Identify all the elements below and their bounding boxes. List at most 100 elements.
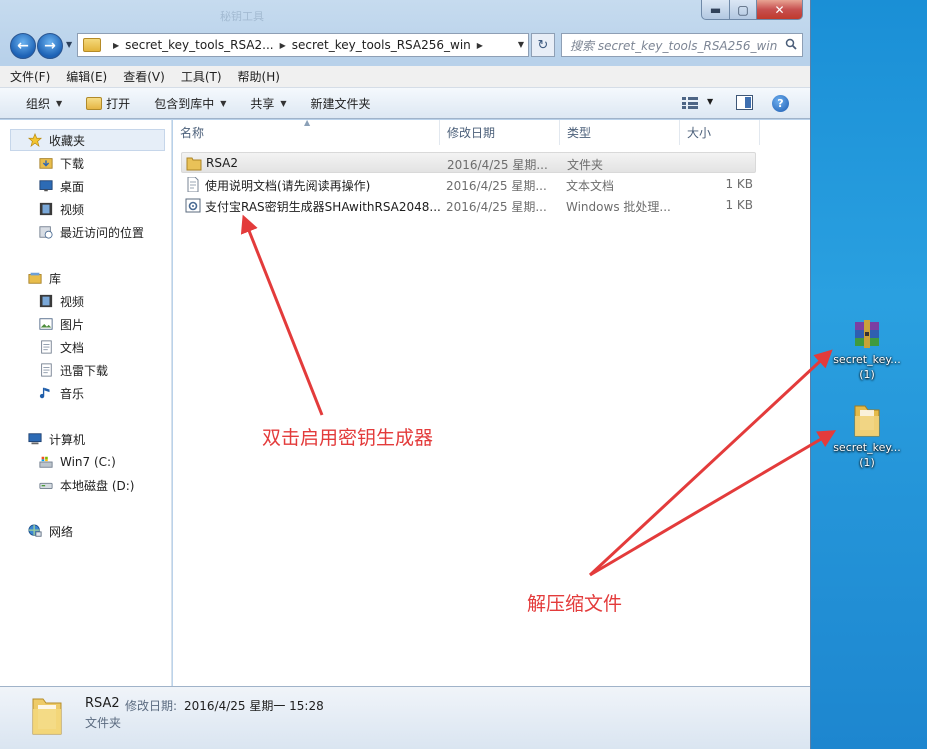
file-row-generator[interactable]: 支付宝RAS密钥生成器SHAwithRSA2048... 2016/4/25 星… xyxy=(181,195,756,216)
column-size-label: 大小 xyxy=(687,126,712,140)
recent-pages-chevron-icon[interactable]: ▼ xyxy=(66,40,72,49)
file-type: Windows 批处理... xyxy=(566,200,671,214)
chevron-down-icon: ▼ xyxy=(56,98,63,108)
chevron-right-icon[interactable]: ▶ xyxy=(477,41,483,50)
address-bar[interactable]: ▶ secret_key_tools_RSA2... ▶ secret_key_… xyxy=(77,33,529,57)
search-input[interactable]: 搜索 secret_key_tools_RSA256_win xyxy=(561,33,803,57)
title-bar[interactable]: 秘钥工具 ▬ ▢ ✕ xyxy=(0,0,811,28)
star-icon xyxy=(27,133,43,147)
file-list: ▲ 名称 修改日期 类型 大小 RSA2 2016/4/25 星期... 文件夹… xyxy=(173,118,810,686)
nav-videos-label: 视频 xyxy=(60,202,85,217)
file-name: RSA2 xyxy=(206,156,239,170)
open-label: 打开 xyxy=(106,96,131,111)
nav-drive-d[interactable]: 本地磁盘 (D:) xyxy=(38,474,134,496)
organize-button[interactable]: 组织 ▼ xyxy=(26,95,62,112)
video-icon xyxy=(39,202,53,216)
preview-pane-icon[interactable] xyxy=(736,95,753,110)
navigation-pane: 收藏夹 下载 桌面 视频 最近访问的位置 库 视频 图片 文档 迅雷下载 音乐 … xyxy=(0,120,172,686)
chevron-right-icon[interactable]: ▶ xyxy=(280,41,286,50)
chevron-down-icon: ▼ xyxy=(220,98,227,108)
nav-favorites[interactable]: 收藏夹 xyxy=(10,129,165,151)
refresh-icon[interactable]: ↻ xyxy=(531,33,555,57)
nav-videos[interactable]: 视频 xyxy=(38,198,84,220)
nav-lib-thunder[interactable]: 迅雷下载 xyxy=(38,359,108,381)
close-button[interactable]: ✕ xyxy=(756,0,803,20)
file-name: 使用说明文档(请先阅读再操作) xyxy=(205,179,371,193)
view-options-icon[interactable] xyxy=(682,97,698,109)
column-name-label: 名称 xyxy=(180,126,205,140)
file-row-rsa2[interactable]: RSA2 2016/4/25 星期... 文件夹 xyxy=(181,152,756,173)
menu-file[interactable]: 文件(F) xyxy=(10,68,50,85)
annotation-extract: 解压缩文件 xyxy=(527,593,623,615)
nav-network[interactable]: 网络 xyxy=(27,520,73,542)
nav-recent-label: 最近访问的位置 xyxy=(60,225,145,240)
nav-lib-pictures-label: 图片 xyxy=(60,317,85,332)
desktop-icon-archive[interactable]: secret_key... (1) xyxy=(827,318,907,382)
menu-tools[interactable]: 工具(T) xyxy=(181,68,222,85)
menu-view[interactable]: 查看(V) xyxy=(123,68,165,85)
nav-drive-d-label: 本地磁盘 (D:) xyxy=(60,478,135,493)
column-header-date[interactable]: 修改日期 xyxy=(440,120,560,145)
file-date: 2016/4/25 星期... xyxy=(446,200,547,214)
details-item-type: 文件夹 xyxy=(85,716,122,730)
nav-lib-pictures[interactable]: 图片 xyxy=(38,313,84,335)
address-dropdown-icon[interactable]: ▼ xyxy=(518,40,524,49)
batch-file-gear-icon xyxy=(185,198,201,213)
chevron-right-icon[interactable]: ▶ xyxy=(113,41,119,50)
annotation-double-click: 双击启用密钥生成器 xyxy=(262,427,434,449)
nav-drive-c-label: Win7 (C:) xyxy=(60,455,116,469)
file-size: 1 KB xyxy=(725,198,753,212)
include-library-label: 包含到库中 xyxy=(154,96,215,111)
file-date: 2016/4/25 星期... xyxy=(447,158,548,172)
column-header-size[interactable]: 大小 xyxy=(680,120,760,145)
nav-downloads[interactable]: 下载 xyxy=(38,152,84,174)
menu-edit[interactable]: 编辑(E) xyxy=(66,68,107,85)
column-header-name[interactable]: 名称 xyxy=(173,120,440,145)
minimize-button[interactable]: ▬ xyxy=(701,0,730,20)
nav-desktop-label: 桌面 xyxy=(60,179,85,194)
file-name: 支付宝RAS密钥生成器SHAwithRSA2048... xyxy=(205,200,440,214)
new-folder-button[interactable]: 新建文件夹 xyxy=(311,95,371,112)
desktop-icon-label: secret_key... xyxy=(833,353,901,366)
nav-lib-thunder-label: 迅雷下载 xyxy=(60,363,109,378)
nav-lib-videos[interactable]: 视频 xyxy=(38,290,84,312)
nav-computer[interactable]: 计算机 xyxy=(27,428,85,450)
desktop-icon-folder[interactable]: secret_key... (1) xyxy=(827,402,907,470)
nav-lib-music-label: 音乐 xyxy=(60,386,85,401)
help-icon[interactable]: ? xyxy=(772,95,789,112)
breadcrumb-parent[interactable]: secret_key_tools_RSA2... xyxy=(125,38,273,52)
search-icon[interactable] xyxy=(785,38,797,50)
folder-icon xyxy=(32,698,62,735)
video-icon xyxy=(39,294,53,308)
forward-arrow-icon[interactable]: → xyxy=(37,33,63,59)
nav-lib-documents-label: 文档 xyxy=(60,340,85,355)
open-button[interactable]: 打开 xyxy=(86,95,130,112)
documents-icon xyxy=(41,340,52,354)
music-icon xyxy=(39,387,50,399)
file-row-readme[interactable]: 使用说明文档(请先阅读再操作) 2016/4/25 星期... 文本文档 1 K… xyxy=(181,174,756,195)
maximize-button[interactable]: ▢ xyxy=(729,0,757,20)
nav-drive-c[interactable]: Win7 (C:) xyxy=(38,451,116,473)
organize-label: 组织 xyxy=(26,96,51,111)
details-date-label: 修改日期: xyxy=(125,699,178,713)
breadcrumb-current[interactable]: secret_key_tools_RSA256_win xyxy=(292,38,471,52)
library-icon xyxy=(28,272,42,284)
system-drive-icon xyxy=(39,456,53,468)
nav-lib-videos-label: 视频 xyxy=(60,294,85,309)
nav-recent-places[interactable]: 最近访问的位置 xyxy=(38,221,144,243)
nav-lib-documents[interactable]: 文档 xyxy=(38,336,84,358)
folder-open-icon xyxy=(86,96,103,110)
pictures-icon xyxy=(39,318,53,330)
nav-favorites-label: 收藏夹 xyxy=(49,133,86,148)
back-arrow-icon[interactable]: ← xyxy=(10,33,36,59)
menu-help[interactable]: 帮助(H) xyxy=(238,68,280,85)
chevron-down-icon: ▼ xyxy=(280,98,287,108)
share-button[interactable]: 共享 ▼ xyxy=(250,95,286,112)
nav-libraries[interactable]: 库 xyxy=(27,267,61,289)
include-library-button[interactable]: 包含到库中 ▼ xyxy=(154,95,226,112)
nav-lib-music[interactable]: 音乐 xyxy=(38,382,84,404)
details-item-name: RSA2 xyxy=(85,696,120,711)
chevron-down-icon[interactable]: ▼ xyxy=(707,97,713,106)
nav-desktop[interactable]: 桌面 xyxy=(38,175,84,197)
column-header-type[interactable]: 类型 xyxy=(560,120,680,145)
